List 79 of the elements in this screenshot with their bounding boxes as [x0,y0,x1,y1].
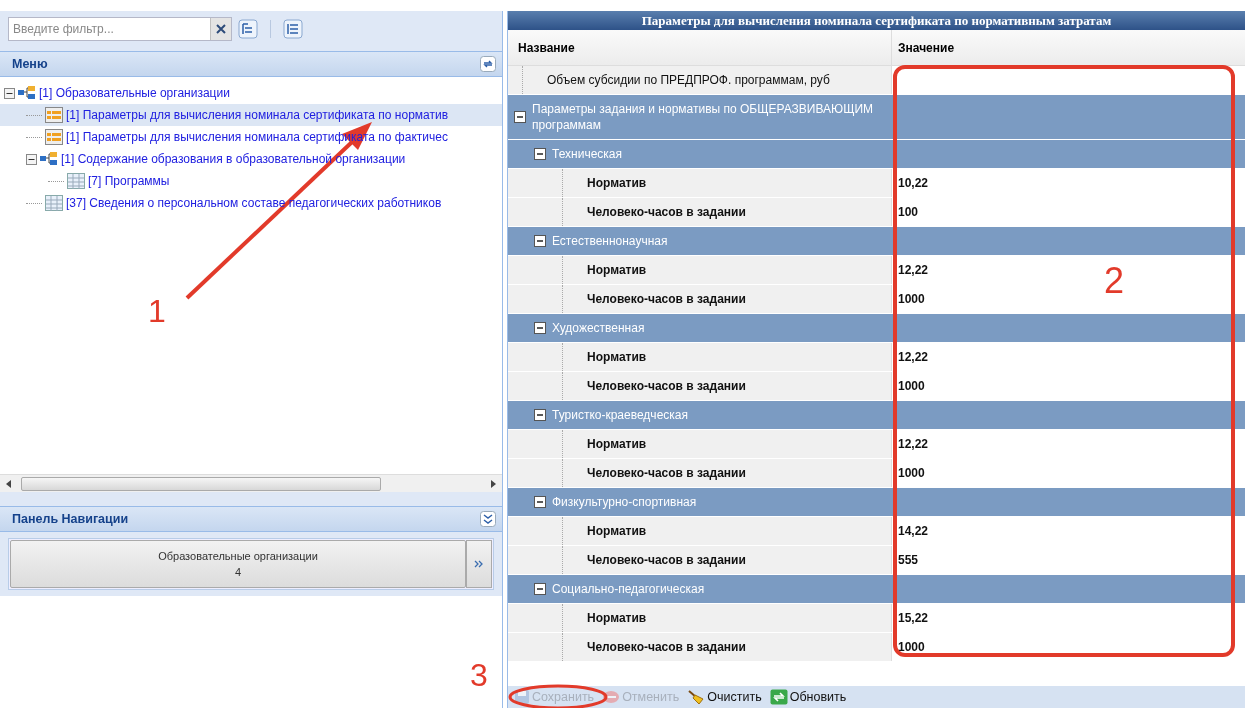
form-icon [45,107,63,123]
parameter-name: Норматив [587,524,647,538]
parameter-name: Человеко-часов в задании [587,379,746,393]
collapse-icon[interactable] [534,496,546,508]
collapse-icon[interactable] [534,235,546,247]
refresh-icon[interactable] [480,56,496,72]
menu-tree-item[interactable]: [1] Содержание образования в образовательной организации [0,148,502,170]
grid-title: Параметры для вычисления номинала сертификата по нормативным затратам [508,11,1245,30]
value-text: 14,22 [898,524,929,538]
group-label: Социально-педагогическая [552,581,705,597]
value-text: 1000 [898,379,925,393]
clear-button[interactable] [210,18,231,40]
table-icon [45,195,63,211]
annotation-number: 2 [1104,264,1125,298]
value-text: 555 [898,553,919,567]
group-label: Физкультурно-спортивная [552,494,697,510]
collapse-icon[interactable] [534,322,546,334]
value-text: 1000 [898,466,925,480]
parameter-name: Норматив [587,437,647,451]
collapse-icon[interactable] [26,153,37,165]
navigation-button[interactable]: Образовательные организации 4 [10,540,466,588]
value-text: 12,22 [898,350,929,364]
parameter-name: Человеко-часов в задании [587,205,746,219]
value-text: 1000 [898,640,925,654]
collapse-icon[interactable] [480,511,496,527]
scroll-right-icon[interactable] [491,479,496,488]
value-text: 12,22 [898,263,929,277]
toolbar-button[interactable]: Очистить [685,689,764,705]
tree-view-icon[interactable] [238,19,258,39]
value-text: 1000 [898,292,925,306]
parameter-name: Норматив [587,176,647,190]
filter-box[interactable]: Введите фильтр... [8,17,232,41]
scrollbar-thumb[interactable] [21,476,381,491]
parameter-name: Норматив [587,263,647,277]
cancel-icon [602,689,621,705]
collapse-icon[interactable] [534,583,546,595]
menu-tree-item[interactable]: [1] Образовательные организации [0,82,502,104]
group-label: Параметры задания и нормативы по ОБЩЕРАЗВИВАЮЩИМ программам [532,101,875,133]
hierarchy-icon [40,152,58,166]
parameter-name: Норматив [587,350,647,364]
broom-icon [687,689,706,705]
group-label: Художественная [552,320,645,336]
parameter-name: Человеко-часов в задании [587,466,746,480]
double-chevron-icon [474,559,484,569]
menu-tree-item[interactable]: [37] Сведения о персональном составе педагогических работников [0,192,502,214]
collapse-icon[interactable] [534,148,546,160]
column-header: Значение [897,39,956,57]
collapse-icon[interactable] [4,87,15,99]
annotation-number: 1 [148,294,166,328]
parameter-name: Норматив [587,611,647,625]
panel-title: Панель Навигации [12,512,129,526]
collapse-icon[interactable] [534,409,546,421]
value-text: 15,22 [898,611,929,625]
form-icon [45,129,63,145]
value-text: 10,22 [898,176,929,190]
scroll-left-icon[interactable] [6,479,11,488]
collapse-icon[interactable] [514,111,526,123]
horizontal-scrollbar[interactable] [0,474,502,492]
close-icon [216,24,226,34]
value-text: 12,22 [898,437,929,451]
panel-title: Меню [12,57,48,71]
list-view-icon[interactable] [283,19,303,39]
column-header: Название [508,30,892,65]
group-label: Техническая [552,146,622,162]
parameter-name: Объем субсидии по ПРЕДПРОФ. программам, руб [547,73,830,87]
table-icon [67,173,85,189]
menu-tree-item[interactable]: [7] Программы [0,170,502,192]
parameter-name: Человеко-часов в задании [587,640,746,654]
refresh-icon [769,689,788,705]
annotation-number: 3 [470,658,488,692]
hierarchy-icon [18,86,36,100]
parameter-name: Человеко-часов в задании [587,292,746,306]
group-label: Естественнонаучная [552,233,668,249]
parameter-name: Человеко-часов в задании [587,553,746,567]
group-label: Туристко-краеведческая [552,407,688,423]
value-text: 100 [898,205,919,219]
menu-tree-item[interactable]: [1] Параметры для вычисления номинала сертификата по норматив [0,104,502,126]
toolbar-button[interactable]: Обновить [767,689,849,705]
filter-field[interactable]: Введите фильтр... [9,22,210,36]
